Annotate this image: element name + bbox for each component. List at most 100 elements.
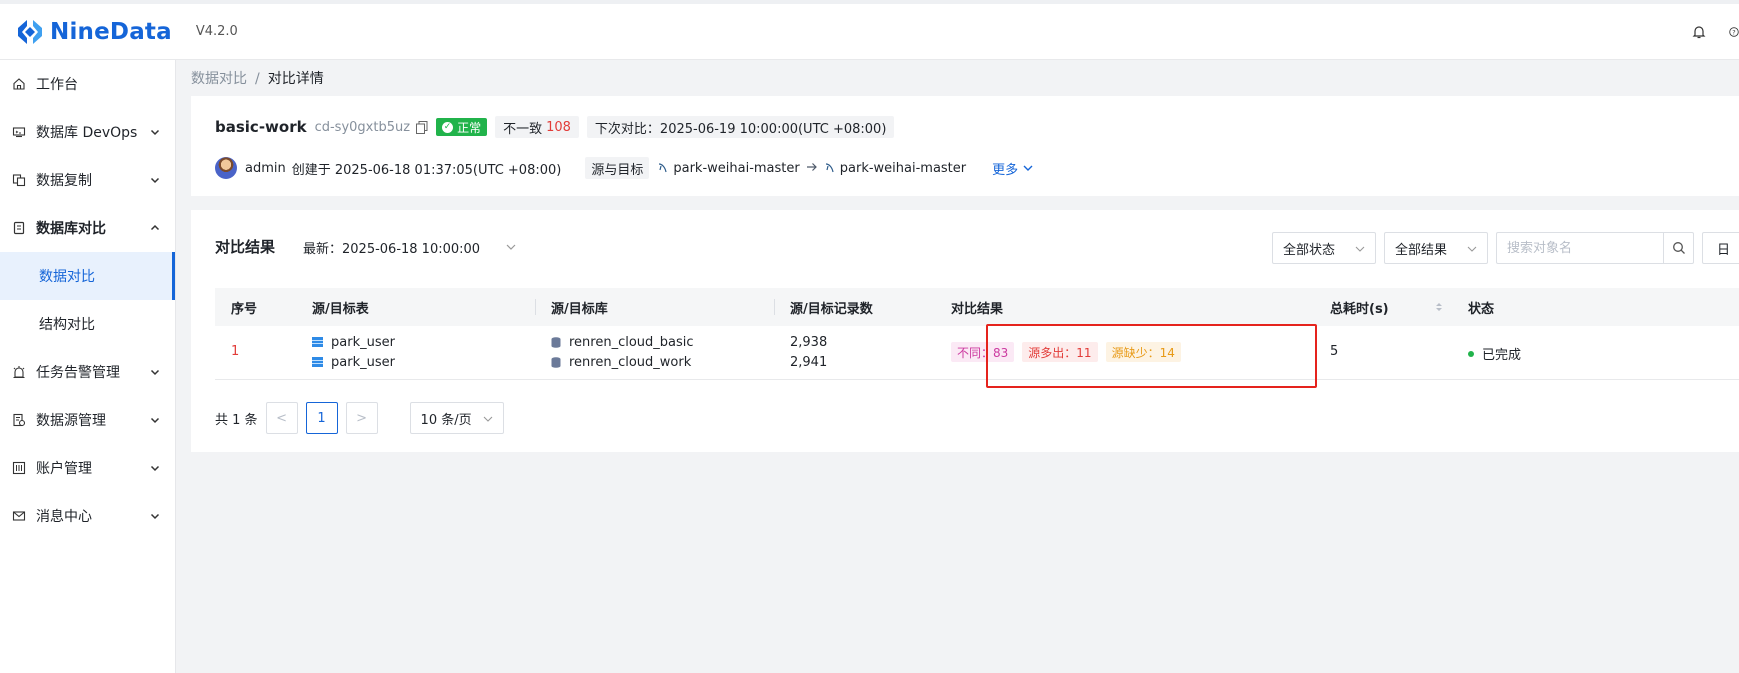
- table-row[interactable]: 1 park_user park_user renren_cloud_basic…: [215, 326, 1739, 380]
- table-names: park_user park_user: [312, 332, 395, 372]
- chevron-down-icon: [150, 129, 160, 136]
- next-page-button[interactable]: >: [345, 402, 378, 434]
- page-size-select[interactable]: 10 条/页: [409, 402, 504, 434]
- target-db-name: renren_cloud_work: [569, 354, 692, 370]
- target-datasource[interactable]: park-weihai-master: [824, 161, 966, 176]
- database-icon: [551, 336, 561, 348]
- chevron-down-icon: [150, 513, 160, 520]
- column-header-index: 序号: [231, 301, 258, 317]
- latest-run-select[interactable]: 最新：2025-06-18 10:00:00: [303, 238, 480, 257]
- search-input[interactable]: [1497, 234, 1657, 262]
- created-time: 创建于 2025-06-18 01:37:05(UTC +08:00): [291, 162, 562, 178]
- help-icon[interactable]: ?: [1729, 24, 1739, 40]
- sidebar-item-label: 数据复制: [36, 173, 92, 189]
- sort-icon[interactable]: [1435, 288, 1443, 326]
- copy-icon[interactable]: [416, 120, 428, 134]
- status-badge: ✓ 正常: [436, 118, 488, 136]
- check-icon: ✓: [442, 121, 454, 133]
- sidebar-item-replication[interactable]: 数据复制: [0, 156, 175, 204]
- log-button-label: 日: [1717, 242, 1731, 258]
- prev-page-button[interactable]: <: [265, 402, 298, 434]
- chevron-down-icon: [150, 177, 160, 184]
- duration-value: 5: [1330, 344, 1339, 359]
- datasource-icon: [12, 413, 26, 427]
- chevron-up-icon: [150, 224, 160, 231]
- results-card: 对比结果 最新：2025-06-18 10:00:00 全部状态 全部结果 日 …: [191, 210, 1739, 452]
- sidebar-item-alarm[interactable]: 任务告警管理: [0, 348, 175, 396]
- task-id: cd-sy0gxtb5uz: [314, 119, 411, 135]
- source-db-name: renren_cloud_basic: [569, 334, 694, 350]
- source-datasource[interactable]: park-weihai-master: [657, 160, 800, 176]
- page-1-button[interactable]: 1: [305, 402, 338, 434]
- logo[interactable]: NineData: [14, 16, 172, 48]
- breadcrumb-parent[interactable]: 数据对比: [191, 71, 247, 87]
- sidebar-item-label: 账户管理: [36, 461, 92, 477]
- status-dot: [1468, 350, 1474, 357]
- breadcrumb-separator: /: [255, 71, 260, 87]
- search-button[interactable]: [1663, 233, 1693, 263]
- chevron-down-icon: [1023, 165, 1033, 171]
- table-header: 序号 源/目标表 源/目标库 源/目标记录数 对比结果 总耗时(s) 状态: [215, 288, 1739, 326]
- sidebar-item-account[interactable]: 账户管理: [0, 444, 175, 492]
- status-filter-select[interactable]: 全部状态: [1272, 232, 1376, 264]
- column-header-database: 源/目标库: [551, 301, 608, 317]
- breadcrumb: 数据对比 / 对比详情: [191, 68, 324, 88]
- sidebar-subitem-label: 数据对比: [39, 269, 95, 285]
- row-status: 已完成: [1468, 344, 1521, 363]
- sidebar-subitem-data-compare[interactable]: 数据对比: [0, 252, 175, 300]
- inconsistent-count: 108: [546, 119, 571, 135]
- sidebar-subitem-structure-compare[interactable]: 结构对比: [0, 300, 175, 348]
- database-names: renren_cloud_basic renren_cloud_work: [551, 332, 694, 372]
- bell-icon[interactable]: [1691, 24, 1707, 40]
- status-badge-label: 正常: [457, 120, 482, 135]
- column-divider: [535, 299, 536, 315]
- more-button[interactable]: 更多: [992, 159, 1034, 178]
- column-header-duration[interactable]: 总耗时(s): [1330, 288, 1389, 326]
- next-compare-tag: 下次对比：2025-06-19 10:00:00(UTC +08:00): [586, 116, 895, 138]
- sidebar-item-label: 任务告警管理: [36, 365, 120, 381]
- sidebar-item-workbench[interactable]: 工作台: [0, 60, 175, 108]
- table-icon: [312, 337, 323, 347]
- chevron-down-icon: [150, 465, 160, 472]
- account-icon: [12, 461, 26, 475]
- ninedata-logo-icon: [14, 16, 46, 48]
- task-name: basic-work: [215, 118, 307, 136]
- record-counts: 2,938 2,941: [790, 332, 827, 372]
- chevron-down-icon: [483, 416, 492, 422]
- column-header-table: 源/目标表: [312, 301, 369, 317]
- inconsistent-label: 不一致: [503, 121, 543, 137]
- compare-icon: [12, 221, 26, 235]
- sidebar-item-messages[interactable]: 消息中心: [0, 492, 175, 540]
- sidebar-item-db-compare[interactable]: 数据库对比: [0, 204, 175, 252]
- svg-text:?: ?: [1732, 29, 1735, 37]
- chevron-down-icon: [1355, 246, 1365, 252]
- sidebar-item-datasource[interactable]: 数据源管理: [0, 396, 175, 444]
- arrow-right-icon: [806, 161, 818, 176]
- chevron-down-icon: [1467, 246, 1477, 252]
- column-divider: [774, 299, 775, 315]
- sidebar-item-label: 数据库 DevOps: [36, 125, 138, 141]
- target-db-name: park-weihai-master: [839, 160, 967, 176]
- column-header-status: 状态: [1468, 301, 1495, 317]
- page-size-value: 10 条/页: [420, 412, 472, 428]
- result-filter-value: 全部结果: [1395, 242, 1448, 258]
- chevron-down-icon: [150, 369, 160, 376]
- creator-name: admin: [245, 160, 286, 176]
- sidebar-subitem-label: 结构对比: [39, 317, 95, 333]
- devops-icon: [12, 125, 26, 139]
- source-record-count: 2,938: [790, 334, 828, 350]
- status-filter-value: 全部状态: [1283, 242, 1336, 258]
- column-header-record-count: 源/目标记录数: [790, 301, 873, 317]
- source-table-name: park_user: [331, 334, 395, 350]
- sidebar-item-devops[interactable]: 数据库 DevOps: [0, 108, 175, 156]
- log-button[interactable]: 日: [1702, 232, 1739, 264]
- result-filter-select[interactable]: 全部结果: [1384, 232, 1488, 264]
- message-icon: [12, 509, 26, 523]
- chevron-down-icon[interactable]: [505, 241, 517, 253]
- table-icon: [312, 357, 323, 367]
- mysql-dolphin-icon: [659, 163, 667, 173]
- replication-icon: [12, 173, 26, 187]
- sidebar-item-label: 数据源管理: [36, 413, 106, 429]
- column-header-compare-result: 对比结果: [951, 301, 1004, 317]
- source-db-name: park-weihai-master: [673, 160, 800, 176]
